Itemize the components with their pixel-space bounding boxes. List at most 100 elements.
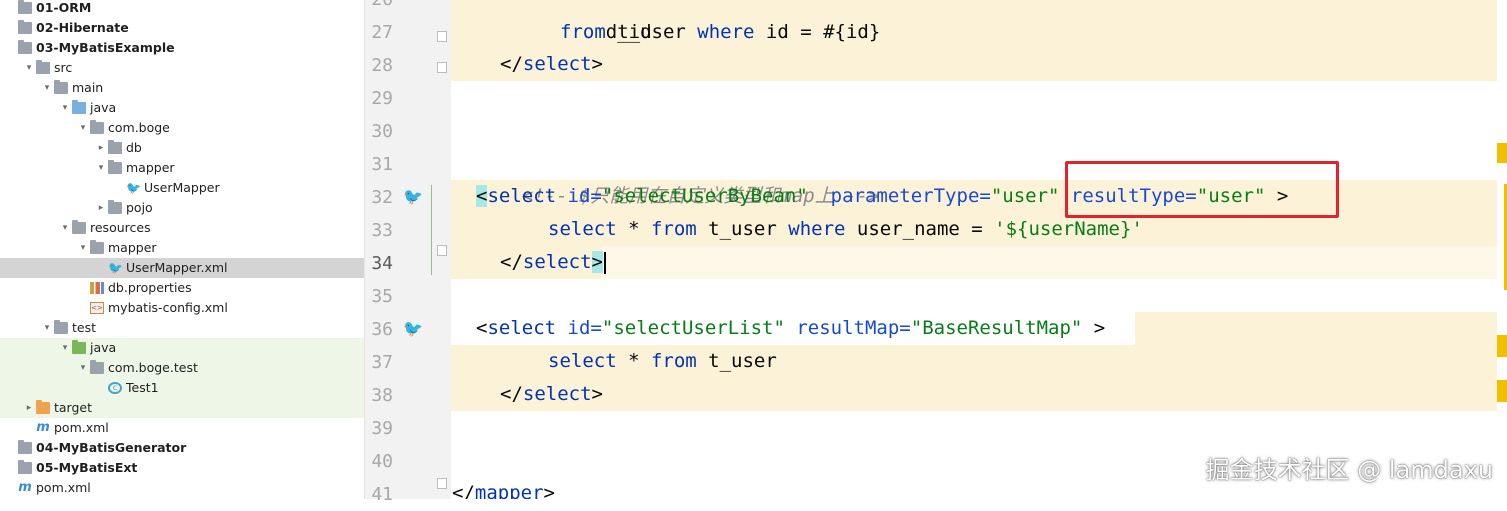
chevron-right-icon[interactable]: ▸ (94, 143, 108, 153)
tag-bracket: > (591, 383, 603, 405)
tree-item[interactable]: 03-MyBatisExample (0, 38, 364, 58)
chevron-down-icon[interactable]: ▾ (58, 343, 72, 353)
chevron-right-icon[interactable]: ▸ (22, 403, 36, 413)
code-text: * (616, 218, 651, 240)
folder-icon (90, 240, 104, 254)
code-text: id = #{id} (754, 21, 881, 43)
attribute-value: "selectUserByBean" (601, 185, 808, 207)
tree-item[interactable]: 🐦 UserMapper (0, 178, 364, 198)
sql-keyword: from (650, 350, 697, 372)
chevron-down-icon[interactable]: ▾ (76, 363, 90, 373)
line-number: 28 (371, 55, 393, 76)
tree-item[interactable]: ▸ target (0, 398, 364, 418)
package-icon (108, 200, 122, 214)
line-number: 38 (371, 385, 393, 406)
tree-item-label: java (90, 340, 117, 355)
tree-item[interactable]: 05-MyBatisExt (0, 458, 364, 478)
chevron-right-icon[interactable]: ▸ (94, 203, 108, 213)
tree-item[interactable]: ▾ mapper (0, 158, 364, 178)
tree-item[interactable]: 01-ORM (0, 0, 364, 18)
tree-item-label: pom.xml (54, 420, 109, 435)
tree-item[interactable]: ▾ main (0, 78, 364, 98)
tree-item[interactable]: 04-MyBatisGenerator (0, 438, 364, 458)
tree-item[interactable]: ▾ src (0, 58, 364, 78)
tag-bracket: > (591, 53, 603, 75)
tree-item-label: com.boge.test (108, 360, 198, 375)
code-editor[interactable]: d_id from t_user where id = #{id} </sele… (451, 0, 1497, 499)
tree-item[interactable]: ▸ db (0, 138, 364, 158)
tree-item[interactable]: ▾ com.boge.test (0, 358, 364, 378)
line-number: 30 (371, 121, 393, 142)
module-folder-icon (18, 20, 32, 34)
tree-item-label: src (54, 60, 73, 75)
tree-item-label: db.properties (108, 280, 192, 295)
tree-item[interactable]: 02-Hibernate (0, 18, 364, 38)
tree-item[interactable]: m pom.xml (0, 418, 364, 438)
sql-keyword: from (560, 21, 606, 43)
line-highlight (1135, 312, 1497, 345)
chevron-down-icon[interactable]: ▾ (40, 323, 54, 333)
tree-item[interactable]: ▸ pojo (0, 198, 364, 218)
line-number: 39 (371, 418, 393, 439)
chevron-down-icon[interactable]: ▾ (76, 123, 90, 133)
chevron-down-icon[interactable]: ▾ (58, 223, 72, 233)
module-folder-icon (18, 440, 32, 454)
change-indicator (431, 185, 432, 275)
line-highlight (451, 48, 1497, 81)
line-number: 29 (371, 88, 393, 109)
tree-item-label: 04-MyBatisGenerator (36, 440, 187, 455)
chevron-down-icon[interactable]: ▾ (22, 63, 36, 73)
attribute-name: parameterType= (830, 185, 991, 207)
tree-item[interactable]: ▾ mapper (0, 238, 364, 258)
chevron-down-icon[interactable]: ▾ (58, 103, 72, 113)
fold-marker-icon[interactable] (437, 245, 447, 256)
mybatis-bird-icon[interactable]: 🐦 (400, 318, 426, 340)
line-number: 31 (371, 154, 393, 175)
line-number: 41 (371, 484, 393, 505)
code-line-33: select * from t_user where user_name = '… (548, 213, 1143, 246)
chevron-down-icon[interactable]: ▾ (76, 243, 90, 253)
tree-item-label: db (126, 140, 142, 155)
tag-bracket: < (476, 317, 488, 339)
folder-icon (36, 60, 50, 74)
fold-marker-icon[interactable] (437, 31, 447, 42)
tree-item-label: target (54, 400, 93, 415)
scroll-marker (1497, 380, 1507, 402)
package-icon (90, 360, 104, 374)
fold-marker-icon[interactable] (437, 478, 447, 489)
line-number: 33 (371, 220, 393, 241)
tree-item[interactable]: 🐦 UserMapper.xml (0, 258, 364, 278)
code-line-36: <select id="selectUserList" resultMap="B… (476, 312, 1105, 345)
chevron-down-icon[interactable]: ▾ (40, 83, 54, 93)
code-line-41: </mapper> (452, 477, 555, 499)
tree-item-label: 03-MyBatisExample (36, 40, 175, 55)
tree-item[interactable]: ▾ java (0, 338, 364, 358)
tree-item[interactable]: ▾ resources (0, 218, 364, 238)
mybatis-bird-icon[interactable]: 🐦 (400, 186, 426, 208)
code-line-38: </select> (500, 378, 603, 411)
editor-gutter: 26 27 28 29 30 31 32 33 34 35 36 37 38 39 40 41 🐦 🐦 (365, 0, 451, 505)
tree-item[interactable]: c Test1 (0, 378, 364, 398)
editor-scrollbar[interactable] (1497, 0, 1507, 499)
excluded-folder-icon (36, 400, 50, 414)
tree-item[interactable]: db.properties (0, 278, 364, 298)
attribute-name: id= (567, 185, 602, 207)
tree-item[interactable]: ▾ com.boge (0, 118, 364, 138)
tree-item[interactable]: m pom.xml (0, 478, 364, 498)
tree-item[interactable]: ▾ test (0, 318, 364, 338)
tree-item[interactable]: ▾ java (0, 98, 364, 118)
tree-item-label: test (72, 320, 97, 335)
current-line-highlight (601, 246, 1497, 279)
code-text: * (616, 350, 651, 372)
chevron-down-icon[interactable]: ▾ (94, 163, 108, 173)
tag-bracket: > (591, 251, 603, 273)
tag-bracket: </ (500, 383, 523, 405)
tag-name: select (522, 53, 592, 75)
project-tree: 01-ORM 02-Hibernate 03-MyBatisExample ▾ src ▾… (0, 0, 365, 499)
module-folder-icon (18, 40, 32, 54)
tree-item-label: java (90, 100, 117, 115)
tree-item[interactable]: <> mybatis-config.xml (0, 298, 364, 318)
fold-marker-icon[interactable] (437, 62, 447, 73)
line-number: 26 (365, 0, 393, 16)
line-number: 34 (371, 253, 393, 274)
